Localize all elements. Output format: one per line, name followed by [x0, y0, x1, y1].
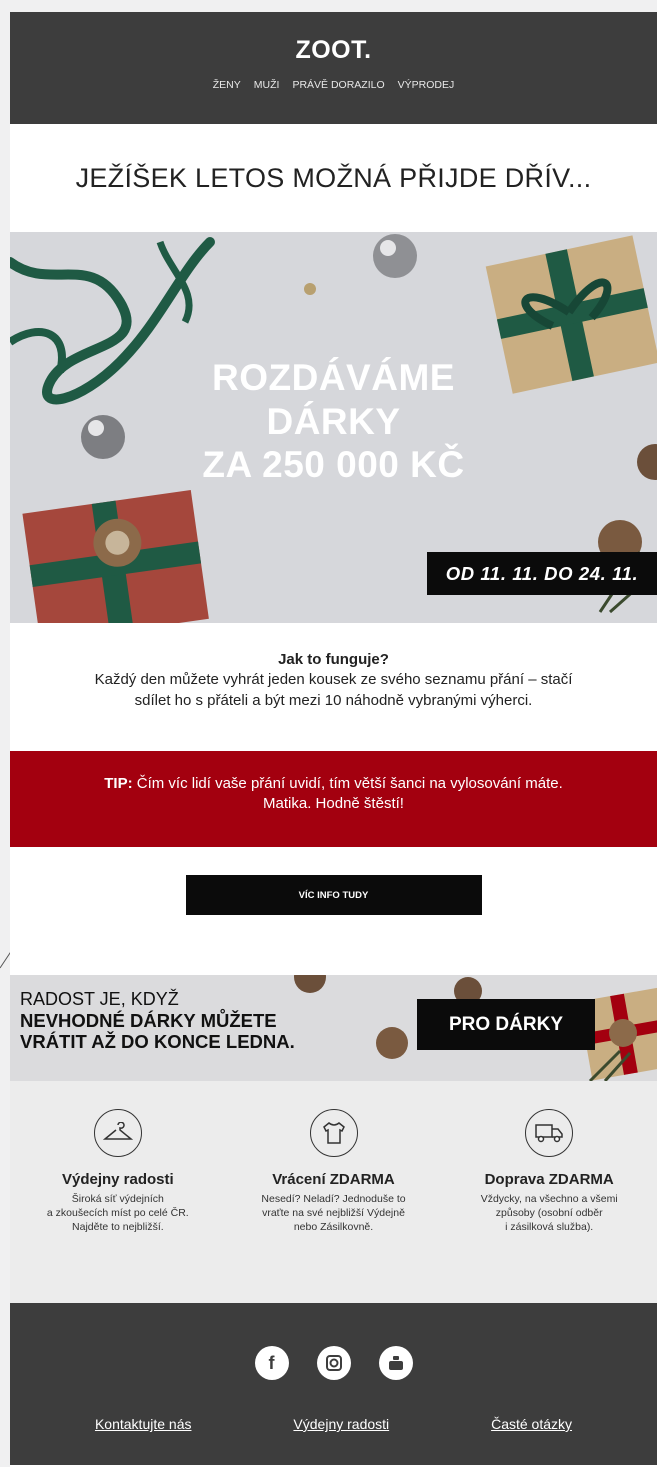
youtube-icon[interactable]	[378, 1346, 413, 1380]
cta-section: VÍC INFO TUDY	[10, 847, 657, 975]
email-header: ZOOT. ŽENY MUŽI PRÁVĚ DORAZILO VÝPRODEJ	[10, 12, 657, 124]
hanger-icon	[93, 1109, 142, 1157]
feature-free-returns[interactable]: Vrácení ZDARMA Nesedí? Neladí? Jednoduše…	[226, 1109, 442, 1303]
banner-text: RADOST JE, KDYŽ NEVHODNÉ DÁRKY MŮŽETE VR…	[20, 989, 295, 1052]
feature-pickup-points[interactable]: Výdejny radosti Široká síť výdejních a z…	[10, 1109, 226, 1303]
footer-link-pickup-points[interactable]: Výdejny radosti	[293, 1416, 389, 1432]
tip-box: TIP: Čím víc lidí vaše přání uvidí, tím …	[10, 751, 657, 847]
hero-headline: ROZDÁVÁME DÁRKY ZA 250 000 KČ	[10, 356, 657, 487]
feature-text-line: způsoby (osobní odběr	[495, 1207, 603, 1220]
nav-item-prave-dorazilo[interactable]: PRÁVĚ DORAZILO	[292, 79, 384, 91]
hero-line-2: DÁRKY	[266, 400, 401, 442]
footer-link-faq[interactable]: Časté otázky	[491, 1416, 572, 1432]
feature-text-line: Vždycky, na všechno a všemi	[480, 1193, 618, 1205]
feature-text-line: Široká síť výdejních	[71, 1193, 164, 1205]
email-footer: f Kontaktujte nás Výdejny radosti Časté …	[10, 1303, 657, 1465]
banner-line-3: VRÁTIT AŽ DO KONCE LEDNA.	[20, 1030, 295, 1052]
feature-description: Vždycky, na všechno a všemi způsoby (oso…	[441, 1192, 657, 1235]
feature-title: Doprava ZDARMA	[484, 1171, 614, 1188]
feature-text-line: a zkoušecích míst po celé ČR.	[46, 1207, 189, 1220]
zoot-logo[interactable]: ZOOT.	[10, 12, 657, 65]
feature-title: Výdejny radosti	[61, 1171, 174, 1188]
tip-label: TIP:	[104, 775, 133, 792]
main-nav: ŽENY MUŽI PRÁVĚ DORAZILO VÝPRODEJ	[10, 79, 657, 91]
tip-line-1: TIP: Čím víc lidí vaše přání uvidí, tím …	[10, 774, 657, 794]
date-range-badge: OD 11. 11. DO 24. 11.	[427, 552, 657, 595]
hero-banner[interactable]: ROZDÁVÁME DÁRKY ZA 250 000 KČ OD 11. 11.…	[10, 232, 657, 623]
how-text-line-1: Každý den můžete vyhrát jeden kousek ze …	[94, 671, 573, 689]
truck-icon	[525, 1109, 574, 1157]
hero-line-1: ROZDÁVÁME	[212, 357, 455, 398]
feature-description: Široká síť výdejních a zkoušecích míst p…	[10, 1192, 226, 1235]
how-text-line-2: sdílet ho s přáteli a být mezi 10 náhodn…	[134, 691, 533, 709]
footer-link-contact[interactable]: Kontaktujte nás	[95, 1416, 192, 1432]
features-row: Výdejny radosti Široká síť výdejních a z…	[10, 1081, 657, 1303]
feature-text-line: Nesedí? Neladí? Jednoduše to	[261, 1193, 406, 1205]
instagram-icon[interactable]	[316, 1346, 351, 1380]
how-it-works: Jak to funguje? Každý den můžete vyhrát …	[10, 623, 657, 751]
feature-description: Nesedí? Neladí? Jednoduše to vraťte na s…	[226, 1192, 442, 1235]
facebook-icon[interactable]: f	[254, 1346, 289, 1380]
nav-item-muzi[interactable]: MUŽI	[254, 79, 280, 91]
headline: JEŽÍŠEK LETOS MOŽNÁ PŘIJDE DŘÍV...	[75, 162, 592, 193]
feature-text-line: nebo Zásilkovně.	[293, 1221, 374, 1234]
tshirt-icon	[309, 1109, 358, 1157]
tip-text: Čím víc lidí vaše přání uvidí, tím větší…	[132, 775, 563, 792]
footer-links: Kontaktujte nás Výdejny radosti Časté ot…	[10, 1416, 657, 1432]
banner-line-2: NEVHODNÉ DÁRKY MŮŽETE	[20, 1009, 277, 1031]
hero-line-3: ZA 250 000 KČ	[202, 444, 465, 486]
how-title: Jak to funguje?	[278, 651, 389, 668]
feature-text-line: vraťte na své nejbližší Výdejně	[262, 1207, 405, 1220]
tip-line-2: Matika. Hodně štěstí!	[263, 795, 404, 813]
nav-item-zeny[interactable]: ŽENY	[213, 79, 241, 91]
more-info-button[interactable]: VÍC INFO TUDY	[185, 875, 482, 915]
email-body: ZOOT. ŽENY MUŽI PRÁVĚ DORAZILO VÝPRODEJ …	[10, 12, 657, 1467]
feature-free-shipping[interactable]: Doprava ZDARMA Vždycky, na všechno a vše…	[441, 1109, 657, 1303]
feature-text-line: Najděte to nejbližší.	[72, 1221, 164, 1234]
feature-text-line: i zásilková služba).	[505, 1221, 594, 1234]
pro-darky-button[interactable]: PRO DÁRKY	[417, 999, 595, 1050]
nav-item-vyprodej[interactable]: VÝPRODEJ	[398, 79, 455, 91]
feature-title: Vrácení ZDARMA	[272, 1171, 395, 1188]
returns-banner[interactable]: RADOST JE, KDYŽ NEVHODNÉ DÁRKY MŮŽETE VR…	[10, 975, 657, 1081]
social-links: f	[10, 1346, 657, 1380]
banner-line-1: RADOST JE, KDYŽ	[20, 989, 179, 1009]
